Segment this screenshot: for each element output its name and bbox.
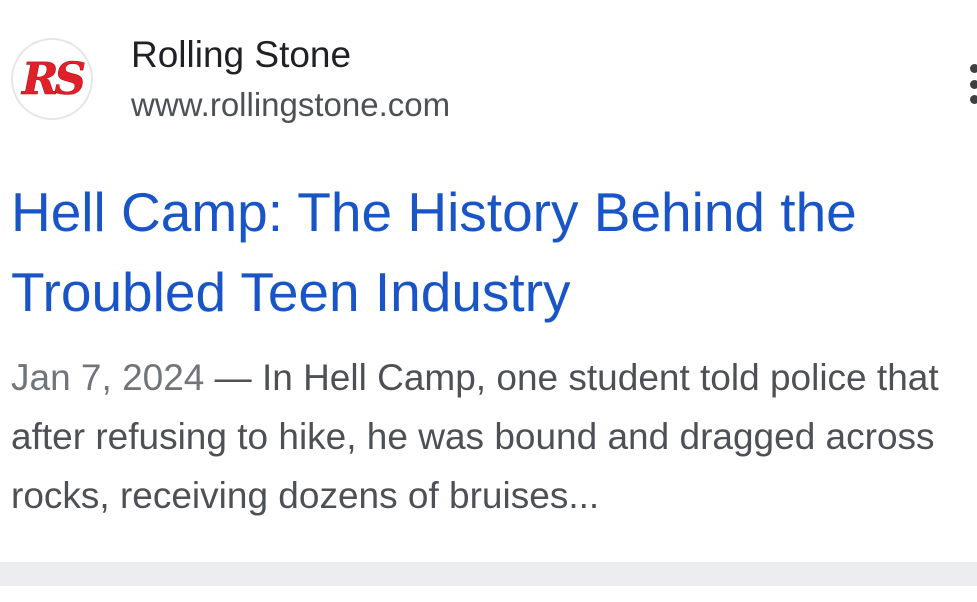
source-text: Rolling Stone www.rollingstone.com bbox=[131, 32, 450, 126]
site-name: Rolling Stone bbox=[131, 34, 352, 75]
dot bbox=[970, 95, 977, 104]
result-divider bbox=[0, 562, 977, 586]
result-source[interactable]: RS Rolling Stone www.rollingstone.com bbox=[11, 34, 450, 128]
site-url: www.rollingstone.com bbox=[131, 86, 451, 123]
dot bbox=[970, 79, 977, 89]
more-options-icon[interactable] bbox=[970, 64, 977, 104]
result-date: Jan 7, 2024 bbox=[11, 357, 205, 398]
date-separator: — bbox=[204, 357, 262, 398]
result-snippet: Jan 7, 2024 — In Hell Camp, one student … bbox=[11, 348, 977, 525]
search-result-card: RS Rolling Stone www.rollingstone.com He… bbox=[0, 0, 977, 602]
rolling-stone-logo-icon: RS bbox=[11, 38, 93, 120]
svg-text:RS: RS bbox=[20, 54, 85, 105]
result-title-link[interactable]: Hell Camp: The History Behind the Troubl… bbox=[11, 172, 951, 332]
dot bbox=[970, 64, 977, 73]
